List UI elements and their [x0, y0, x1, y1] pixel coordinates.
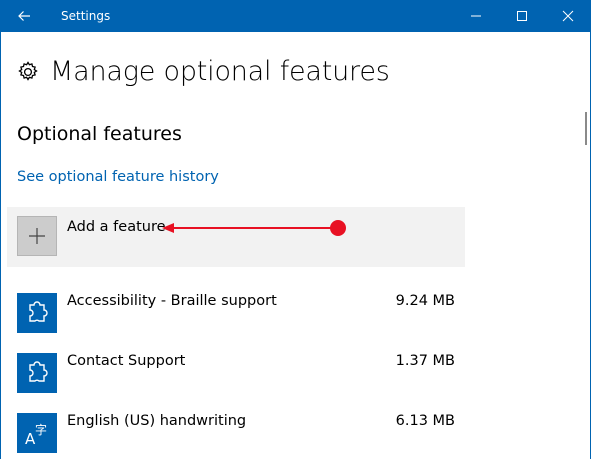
add-feature-tile[interactable] [17, 216, 57, 256]
window-border-left [0, 32, 1, 459]
feature-size: 9.24 MB [395, 293, 455, 309]
gear-icon [18, 61, 38, 81]
maximize-icon [517, 11, 527, 21]
plus-icon [29, 228, 45, 244]
back-arrow-icon[interactable] [0, 0, 48, 32]
add-feature-label: Add a feature [67, 219, 166, 235]
svg-text:字: 字 [35, 422, 47, 437]
window-title: Settings [61, 9, 111, 23]
minimize-icon [471, 15, 481, 17]
feature-name[interactable]: Contact Support [67, 353, 185, 369]
title-bar: Settings [0, 0, 591, 32]
puzzle-icon [17, 293, 57, 333]
close-icon [562, 10, 574, 22]
feature-size: 6.13 MB [395, 413, 455, 429]
maximize-button[interactable] [499, 0, 545, 32]
feature-size: 1.37 MB [395, 353, 455, 369]
annotation-arrow-icon [162, 220, 346, 236]
feature-name[interactable]: Accessibility - Braille support [67, 293, 277, 309]
feature-name[interactable]: English (US) handwriting [67, 413, 246, 429]
language-icon: A 字 [17, 413, 57, 453]
page-title: Manage optional features [50, 56, 390, 87]
puzzle-icon [17, 353, 57, 393]
scrollbar-thumb[interactable] [585, 112, 587, 145]
feature-history-link[interactable]: See optional feature history [17, 169, 219, 185]
minimize-button[interactable] [453, 0, 499, 32]
close-button[interactable] [545, 0, 591, 32]
section-heading: Optional features [17, 123, 182, 145]
